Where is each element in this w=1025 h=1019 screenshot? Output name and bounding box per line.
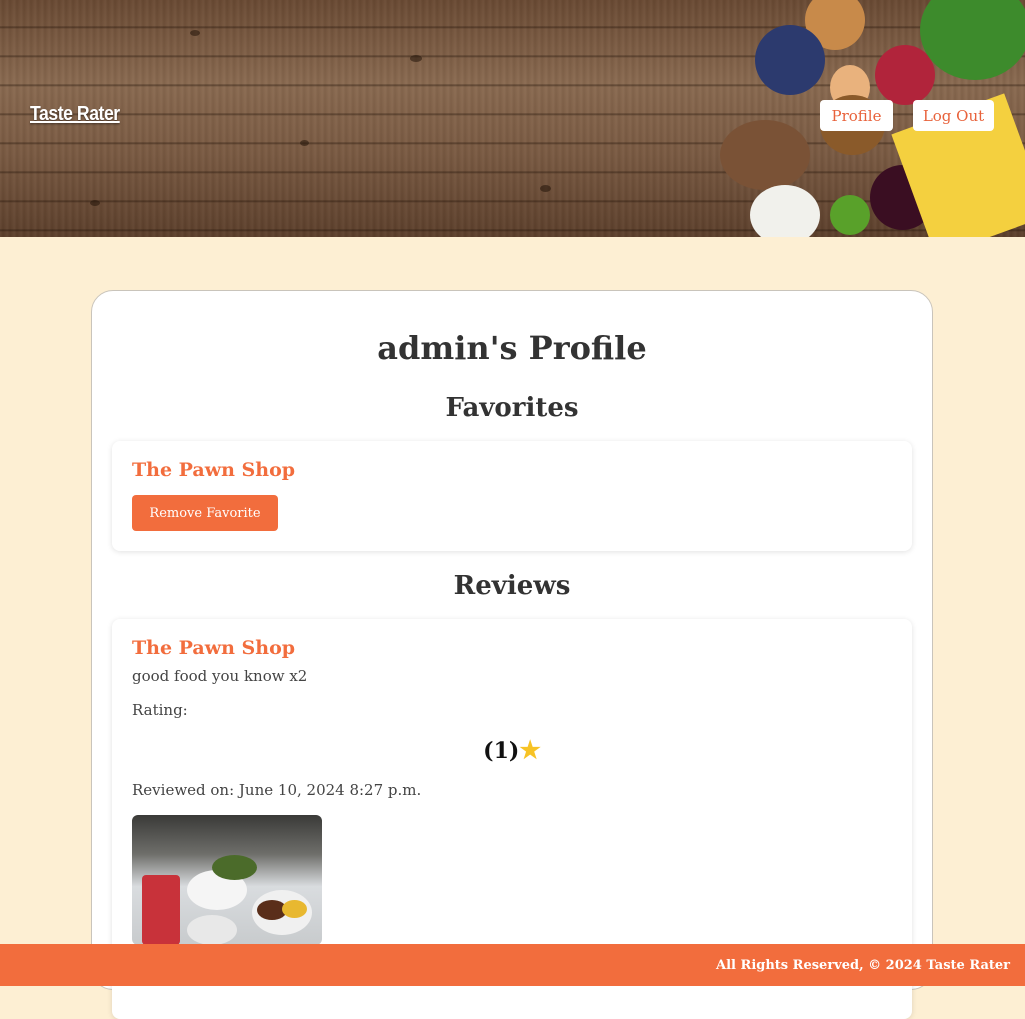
favorite-restaurant-link[interactable]: The Pawn Shop <box>132 459 295 481</box>
review-comment: good food you know x2 <box>132 667 308 685</box>
favorites-heading: Favorites <box>445 393 579 423</box>
profile-card: admin's Profile Favorites The Pawn Shop … <box>91 290 933 1019</box>
photo-plate <box>187 915 237 945</box>
rating-display: (1)★ <box>112 735 912 764</box>
profile-button[interactable]: Profile <box>820 100 893 131</box>
review-restaurant-link[interactable]: The Pawn Shop <box>132 637 295 659</box>
header-background-image <box>190 30 200 36</box>
wood-knot <box>90 200 100 206</box>
blueberries <box>755 25 825 95</box>
wood-knot <box>300 140 309 146</box>
review-date: Reviewed on: June 10, 2024 8:27 p.m. <box>132 781 422 799</box>
reviews-heading: Reviews <box>453 571 571 601</box>
favorite-item: The Pawn Shop Remove Favorite <box>112 441 912 551</box>
site-brand-link[interactable]: Taste Rater <box>30 103 120 126</box>
lime <box>830 195 870 235</box>
page-title: admin's Profile <box>377 329 647 367</box>
footer-text: All Rights Reserved, © 2024 Taste Rater <box>716 957 1010 973</box>
rating-value: (1) <box>483 738 520 764</box>
photo-food <box>212 855 257 880</box>
star-icon: ★ <box>519 735 541 764</box>
remove-favorite-button[interactable]: Remove Favorite <box>132 495 278 531</box>
wood-knot <box>540 185 551 192</box>
greens <box>920 0 1025 80</box>
logout-button[interactable]: Log Out <box>913 100 994 131</box>
site-header: Taste Rater Profile Log Out <box>0 0 1025 237</box>
bread <box>720 120 810 190</box>
rating-label: Rating: <box>132 701 188 719</box>
site-footer: All Rights Reserved, © 2024 Taste Rater <box>0 944 1025 986</box>
wood-knot <box>410 55 422 62</box>
review-photo[interactable] <box>132 815 322 945</box>
photo-food <box>282 900 307 918</box>
photo-drink <box>142 875 180 945</box>
milk <box>750 185 820 237</box>
